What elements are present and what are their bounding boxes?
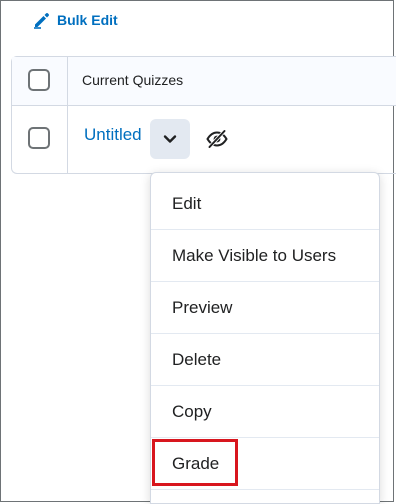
pencil-icon: [34, 13, 49, 29]
menu-item-edit[interactable]: Edit: [151, 178, 379, 230]
header-checkbox-cell: [12, 57, 68, 105]
menu-item-copy[interactable]: Copy: [151, 386, 379, 438]
menu-item-make-visible[interactable]: Make Visible to Users: [151, 230, 379, 282]
chevron-down-icon: [163, 135, 177, 143]
column-header-current-quizzes: Current Quizzes: [82, 72, 184, 88]
table-row: Untitled: [12, 105, 396, 173]
table-header-row: Current Quizzes: [12, 57, 396, 106]
eye-slash-icon: [206, 129, 228, 149]
quiz-name-link[interactable]: Untitled: [84, 125, 142, 145]
quiz-actions-dropdown-button[interactable]: [150, 119, 190, 159]
select-all-checkbox[interactable]: [28, 69, 50, 91]
bulk-edit-button[interactable]: Bulk Edit: [32, 10, 118, 30]
menu-item-grade[interactable]: Grade: [151, 438, 379, 490]
bulk-edit-label: Bulk Edit: [57, 12, 118, 28]
quiz-actions-menu: Edit Make Visible to Users Preview Delet…: [150, 172, 380, 504]
menu-item-delete[interactable]: Delete: [151, 334, 379, 386]
row-checkbox[interactable]: [28, 127, 50, 149]
row-checkbox-cell: [12, 105, 68, 173]
quizzes-table: Current Quizzes Untitled: [11, 56, 396, 174]
menu-item-preview[interactable]: Preview: [151, 282, 379, 334]
